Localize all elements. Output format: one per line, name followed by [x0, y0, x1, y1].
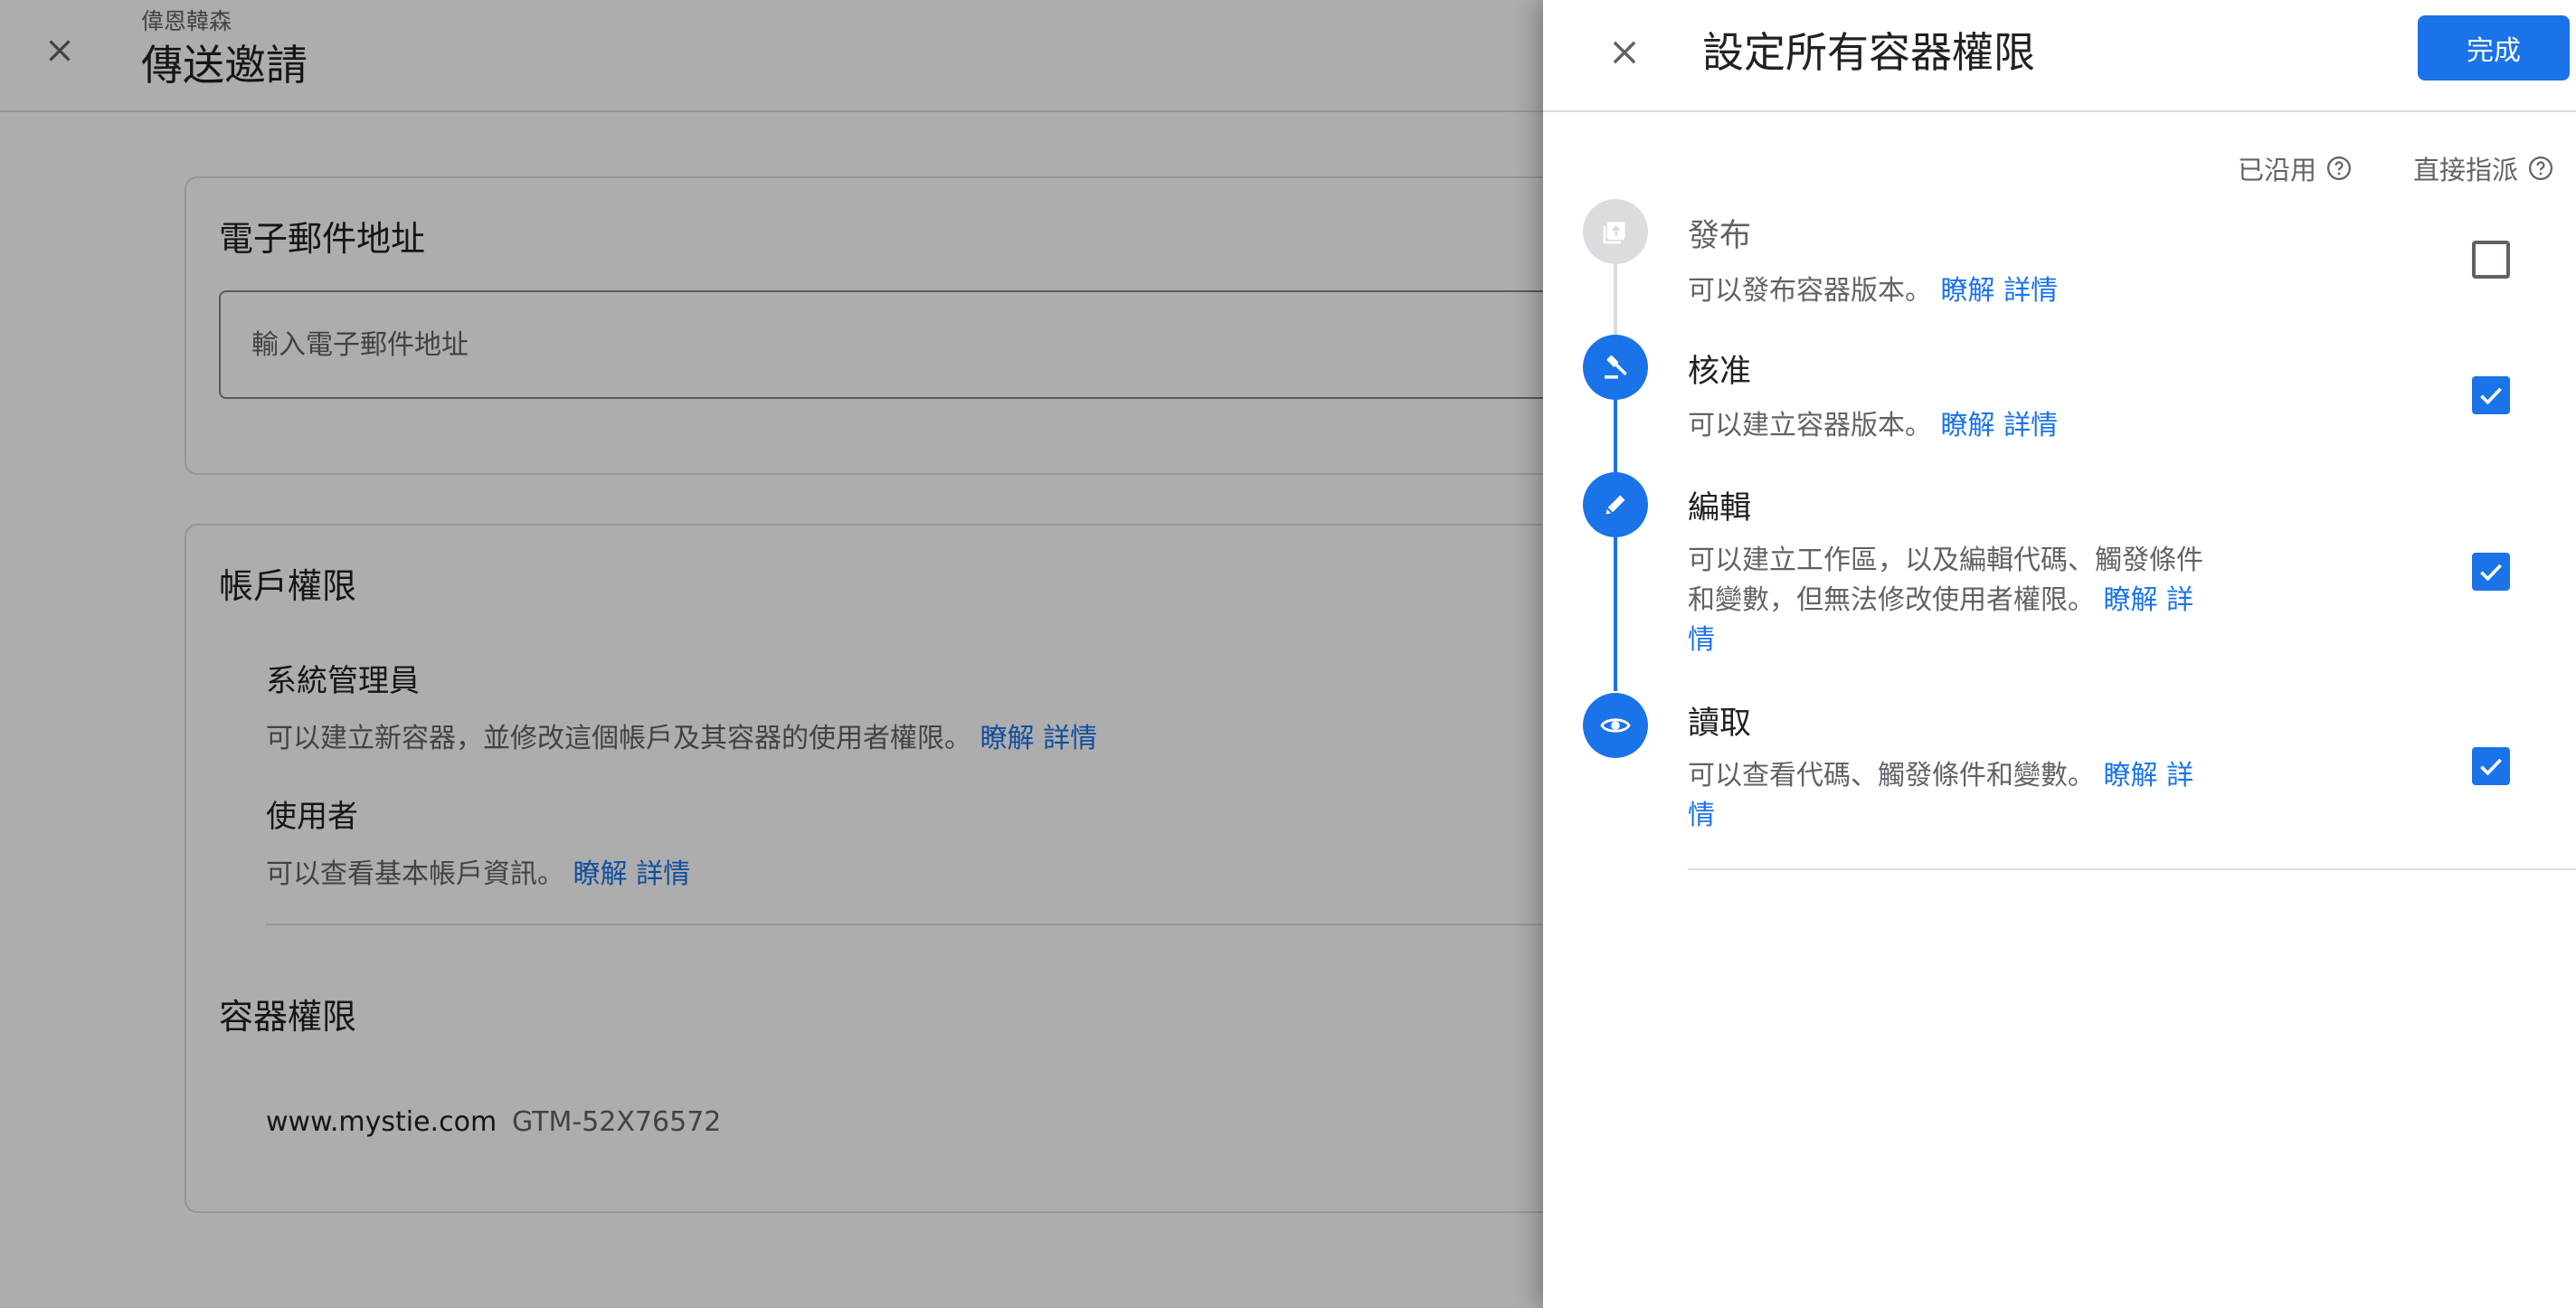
timeline-connector: [1614, 398, 1617, 691]
publish-step-marker: [1583, 199, 1648, 264]
permission-publish-learn-more-link[interactable]: 瞭解 詳情: [1941, 275, 2059, 307]
help-icon[interactable]: [2325, 155, 2353, 182]
permission-approve-learn-more-link[interactable]: 瞭解 詳情: [1941, 410, 2059, 441]
eye-icon: [1600, 718, 1631, 733]
permission-approve-title: 核准: [1688, 354, 1752, 390]
checkmark-icon: [2480, 387, 2502, 405]
column-direct-label: 直接指派: [2413, 155, 2519, 185]
checkmark-icon: [2480, 564, 2502, 582]
edit-step-marker: [1583, 472, 1648, 537]
permission-publish-description: 可以發布容器版本。 瞭解 詳情: [1688, 271, 2212, 311]
column-inherited-label: 已沿用: [2238, 155, 2317, 185]
pencil-icon: [1605, 495, 1625, 515]
column-inherited: 已沿用: [2238, 149, 2353, 187]
permission-edit-description: 可以建立工作區，以及編輯代碼、觸發條件和變數，但無法修改使用者權限。 瞭解 詳情: [1688, 541, 2212, 660]
panel-title: 設定所有容器權限: [1702, 28, 2035, 77]
permission-approve-description-text: 可以建立容器版本。: [1688, 410, 1932, 441]
permission-edit-checkbox[interactable]: [2472, 553, 2510, 591]
permission-publish-description-text: 可以發布容器版本。: [1688, 275, 1932, 307]
column-direct: 直接指派: [2413, 149, 2554, 187]
permission-read-title: 讀取: [1688, 706, 1752, 742]
close-icon: [1613, 41, 1636, 64]
permission-read-description-text: 可以查看代碼、觸發條件和變數。: [1688, 760, 2095, 791]
divider: [1688, 868, 2576, 870]
permission-edit-title: 編輯: [1688, 490, 1752, 526]
permission-publish-checkbox[interactable]: [2472, 241, 2510, 279]
checkmark-icon: [2480, 758, 2502, 776]
done-button[interactable]: 完成: [2418, 15, 2570, 81]
permission-read-checkbox[interactable]: [2472, 747, 2510, 785]
permission-approve-checkbox[interactable]: [2472, 376, 2510, 414]
panel-close-button[interactable]: [1592, 20, 1657, 85]
approve-step-marker: [1583, 335, 1648, 400]
container-permissions-panel: 設定所有容器權限 完成 已沿用 直接指派 發布 可以發布容器版本。 瞭解 詳情 …: [1543, 0, 2576, 1308]
publish-icon: [1603, 222, 1625, 244]
permission-approve-description: 可以建立容器版本。 瞭解 詳情: [1688, 406, 2212, 446]
panel-header: 設定所有容器權限 完成: [1543, 0, 2576, 112]
permission-publish-title: 發布: [1688, 218, 1752, 254]
gavel-icon: [1605, 355, 1627, 379]
read-step-marker: [1583, 693, 1648, 758]
help-icon[interactable]: [2527, 155, 2554, 182]
permission-read-description: 可以查看代碼、觸發條件和變數。 瞭解 詳情: [1688, 756, 2212, 836]
